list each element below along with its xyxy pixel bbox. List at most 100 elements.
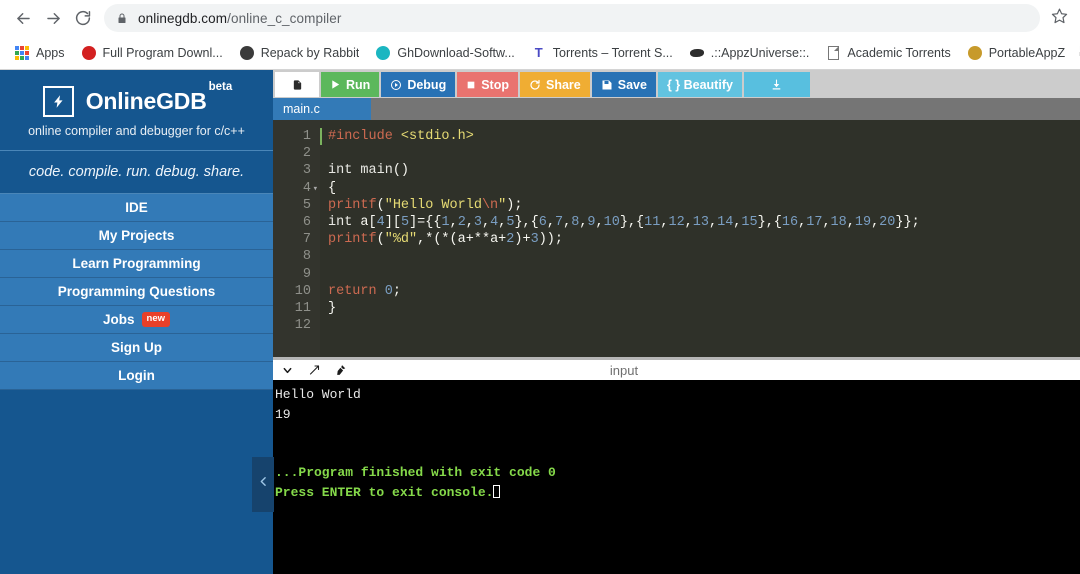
bookmark-fablab[interactable]: FABLAB [1073, 41, 1080, 65]
editor-cursor [320, 128, 322, 146]
editor-gutter: 1 2 3 4 ▾ 5 6 7 8 9 10 11 12 [273, 120, 320, 357]
bookmark-star-icon [1051, 7, 1068, 29]
back-button[interactable] [8, 3, 38, 33]
console-caret [493, 484, 501, 498]
bookmark-full-program-download[interactable]: Full Program Downl... [73, 41, 231, 65]
sidebar-item-my-projects[interactable]: My Projects [0, 222, 273, 250]
lock-icon [116, 12, 128, 25]
sidebar-item-label: Jobs [103, 312, 135, 327]
bookmark-label: Academic Torrents [847, 45, 951, 60]
line-number: 2 [302, 146, 311, 162]
url-host: onlinegdb.com [138, 10, 228, 26]
line-number: 11 [294, 300, 311, 316]
tab-main-c[interactable]: main.c [273, 98, 371, 120]
console-panel: input Hello World 19 ...Program finished… [273, 357, 1080, 574]
bookmark-academic-torrents[interactable]: Academic Torrents [817, 41, 958, 65]
page-title: OnlineGDBbeta [86, 81, 233, 115]
ide-main: Run Debug Stop Share Save {} Beautify m… [273, 70, 1080, 574]
brand-beta-label: beta [208, 81, 233, 93]
code-line-11: } [328, 300, 337, 316]
new-file-button[interactable] [275, 72, 319, 97]
code-line-3: int main() [328, 163, 410, 179]
document-favicon [825, 45, 841, 61]
bookmark-label: Torrents – Torrent S... [552, 45, 673, 60]
line-number: 9 [302, 266, 311, 282]
save-button[interactable]: Save [591, 72, 656, 97]
gold-circle-favicon [967, 45, 983, 61]
bookmark-label: .::AppzUniverse::. [710, 45, 810, 60]
forward-button[interactable] [38, 3, 68, 33]
teal-circle-favicon [375, 45, 391, 61]
share-label: Share [545, 77, 581, 92]
sidebar-item-login[interactable]: Login [0, 362, 273, 390]
line-number: 3 [302, 163, 311, 179]
sidebar-collapse-handle[interactable] [252, 457, 274, 512]
apps-grid-icon [14, 45, 30, 61]
console-line: Press ENTER to exit console. [275, 484, 494, 500]
sidebar-item-label: Programming Questions [57, 284, 216, 299]
bookmark-ghdownload-software[interactable]: GhDownload-Softw... [367, 41, 522, 65]
bookmark-portableappz[interactable]: PortableAppZ [959, 41, 1073, 65]
status-badge: new [141, 312, 170, 327]
editor-code-area[interactable]: #include <stdio.h> int main() { printf("… [320, 120, 1080, 357]
sidebar-item-label: My Projects [98, 228, 175, 243]
console-line: Hello World [275, 387, 361, 402]
bookmark-label: PortableAppZ [988, 45, 1066, 60]
bookmark-star-button[interactable] [1046, 5, 1072, 31]
line-number: 4 ▾ [273, 180, 318, 197]
sidebar-slogan: code. compile. run. debug. share. [0, 150, 273, 194]
share-button[interactable]: Share [519, 72, 590, 97]
torrent-t-favicon: T [534, 45, 543, 60]
expand-arrows-icon[interactable] [308, 364, 321, 376]
sidebar-item-jobs[interactable]: Jobs new [0, 306, 273, 334]
sidebar-item-sign-up[interactable]: Sign Up [0, 334, 273, 362]
sidebar-item-programming-questions[interactable]: Programming Questions [0, 278, 273, 306]
code-line-5: printf("Hello World\n"); [328, 197, 523, 213]
forward-arrow-icon [44, 9, 63, 28]
chevron-left-icon [257, 471, 270, 498]
code-line-10: return 0; [328, 283, 401, 299]
bookmark-apps[interactable]: Apps [6, 41, 73, 65]
stop-button[interactable]: Stop [457, 72, 518, 97]
chevron-down-icon[interactable] [281, 365, 294, 376]
ide-toolbar: Run Debug Stop Share Save {} Beautify [273, 70, 1080, 98]
console-input-field[interactable]: input [348, 363, 1080, 378]
tab-label: main.c [283, 102, 320, 116]
code-editor[interactable]: 1 2 3 4 ▾ 5 6 7 8 9 10 11 12 #include <st… [273, 120, 1080, 357]
reload-icon [74, 9, 92, 27]
download-button[interactable] [743, 72, 810, 97]
console-line: ...Program finished with exit code 0 [275, 465, 556, 480]
bookmark-label: Repack by Rabbit [260, 45, 360, 60]
sidebar-item-ide[interactable]: IDE [0, 194, 273, 222]
code-line-6: int a[4][5]={{1,2,3,4,5},{6,7,8,9,10},{1… [328, 214, 920, 230]
run-button[interactable]: Run [321, 72, 380, 97]
brand-row[interactable]: OnlineGDBbeta [0, 81, 273, 117]
sidebar-nav: IDE My Projects Learn Programming Progra… [0, 194, 273, 390]
sidebar-item-label: Login [118, 368, 155, 383]
bookmark-repack-by-rabbit[interactable]: Repack by Rabbit [231, 41, 368, 65]
bookmark-appzuniverse[interactable]: .::AppzUniverse::. [681, 41, 818, 65]
bookmark-torrents[interactable]: T Torrents – Torrent S... [523, 41, 681, 65]
download-icon [770, 78, 783, 91]
lightning-bolt-icon [42, 86, 74, 117]
line-number: 8 [302, 249, 311, 265]
bookmarks-bar: Apps Full Program Downl... Repack by Rab… [0, 36, 1080, 69]
console-icon-group [281, 364, 348, 377]
dark-shape-favicon [689, 45, 705, 61]
address-bar[interactable]: onlinegdb.com/online_c_compiler [104, 4, 1040, 32]
globe-favicon [239, 45, 255, 61]
console-output: Hello World 19 ...Program finished with … [273, 380, 1080, 574]
fold-marker-icon[interactable]: ▾ [313, 181, 318, 198]
sidebar-item-learn-programming[interactable]: Learn Programming [0, 250, 273, 278]
debug-button[interactable]: Debug [381, 72, 456, 97]
stop-square-icon [466, 80, 476, 90]
beautify-button[interactable]: { } Beautify [657, 72, 742, 97]
line-number: 5 [302, 197, 311, 213]
reload-button[interactable] [68, 3, 98, 33]
save-label: Save [617, 77, 647, 92]
clear-console-icon[interactable] [335, 364, 348, 377]
new-file-icon [292, 78, 303, 92]
